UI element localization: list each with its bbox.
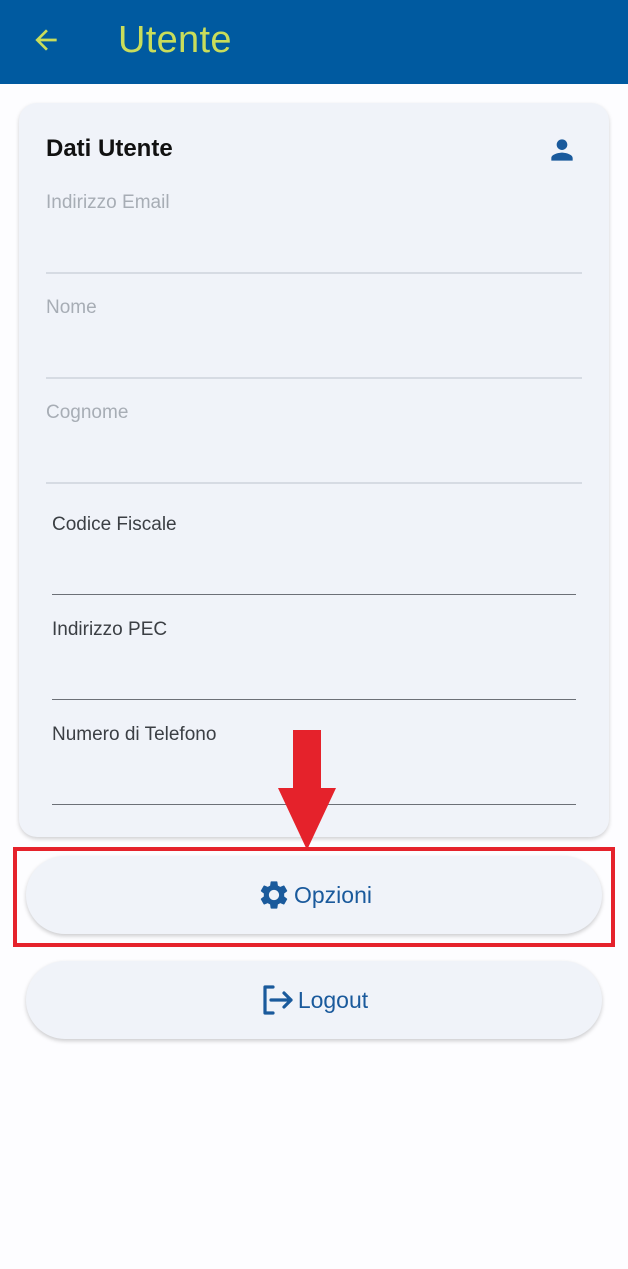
surname-field[interactable]: Cognome	[46, 402, 582, 484]
back-button[interactable]	[26, 20, 66, 60]
logout-icon	[263, 985, 293, 1015]
pec-field[interactable]: Indirizzo PEC	[52, 619, 576, 700]
highlight-box	[13, 847, 615, 947]
arrow-left-icon	[35, 29, 57, 51]
surname-underline	[46, 482, 582, 484]
card-title: Dati Utente	[46, 135, 173, 162]
email-field[interactable]: Indirizzo Email	[46, 192, 582, 274]
logout-label: Logout	[297, 986, 369, 1013]
pec-label: Indirizzo PEC	[52, 619, 168, 640]
name-underline	[46, 377, 582, 379]
email-label: Indirizzo Email	[46, 192, 170, 213]
logout-button[interactable]: Logout	[26, 961, 602, 1039]
surname-label: Cognome	[46, 402, 129, 423]
email-underline	[46, 272, 582, 274]
name-label: Nome	[46, 297, 97, 318]
name-field[interactable]: Nome	[46, 297, 582, 379]
fiscal-code-label: Codice Fiscale	[52, 514, 177, 535]
user-data-card: Dati Utente Indirizzo Email Nome Cognome…	[19, 103, 609, 837]
app-bar: Utente	[0, 0, 628, 84]
fiscal-code-underline	[52, 593, 576, 595]
person-icon	[551, 139, 573, 161]
page-title: Utente	[118, 19, 232, 61]
phone-label: Numero di Telefono	[52, 724, 217, 745]
fiscal-code-field[interactable]: Codice Fiscale	[52, 514, 576, 595]
pec-underline	[52, 698, 576, 700]
arrow-down-icon	[278, 730, 336, 850]
